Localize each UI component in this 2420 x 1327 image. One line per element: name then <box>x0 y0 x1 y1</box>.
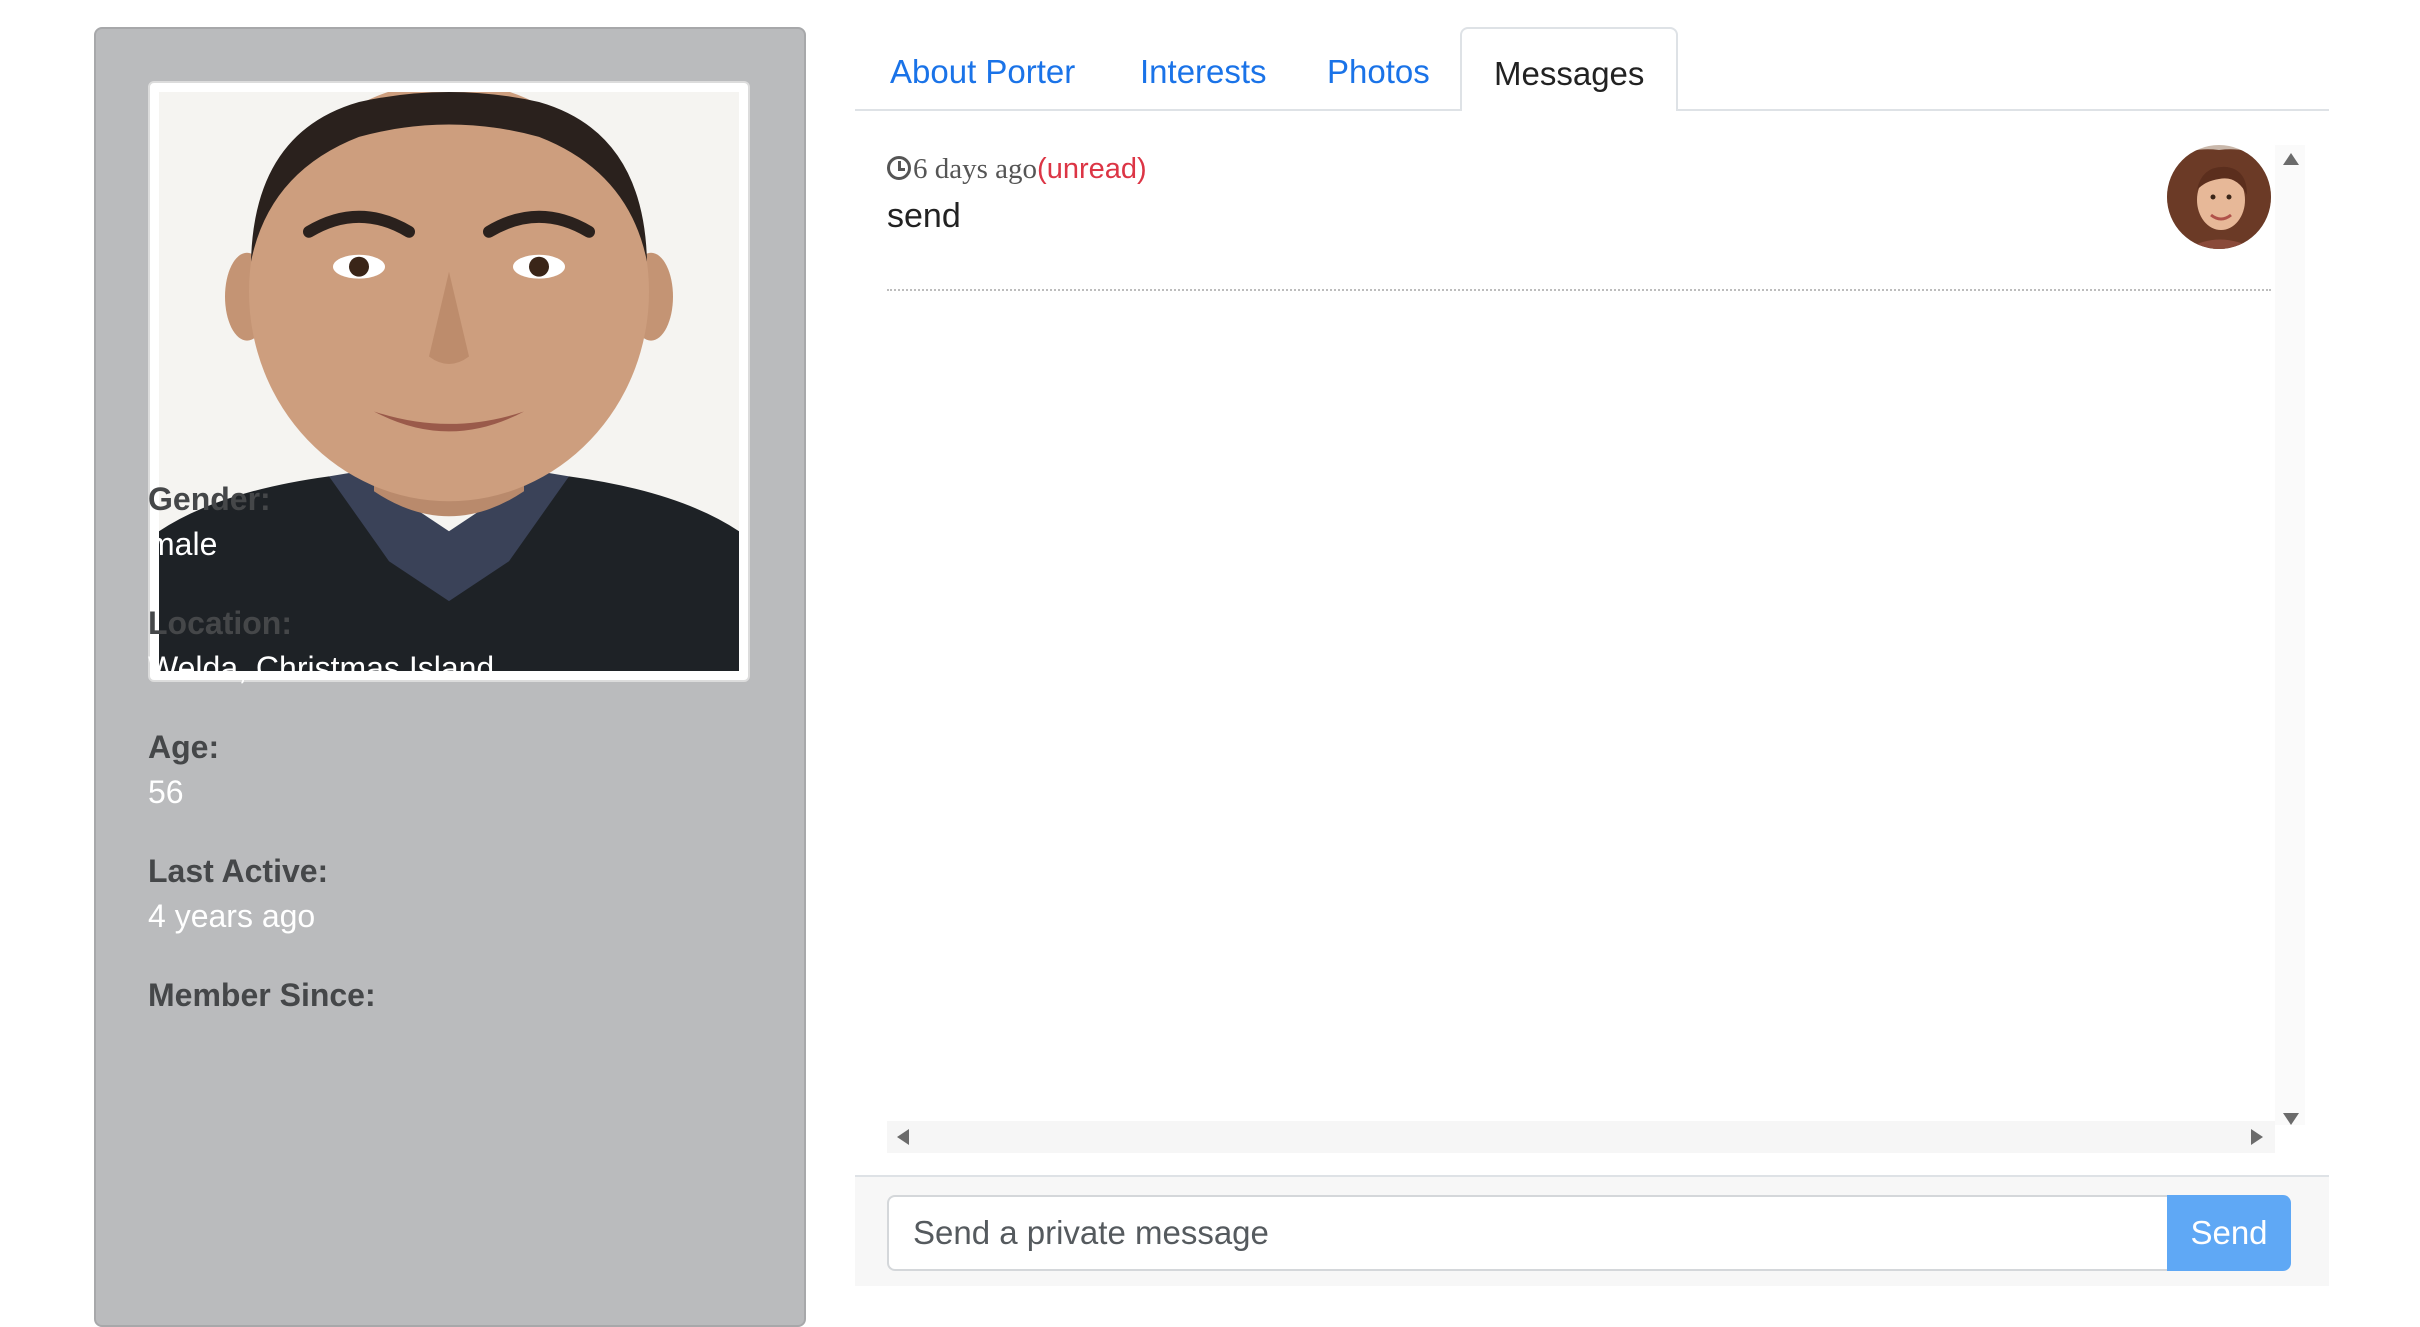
profile-tabs: About Porter Interests Photos Messages <box>855 27 2329 113</box>
message-body: send <box>887 197 961 235</box>
profile-photo <box>159 92 739 671</box>
message-divider <box>887 289 2271 291</box>
arrow-right-icon[interactable] <box>2251 1129 2263 1145</box>
age-value: 56 <box>148 774 184 810</box>
tab-interests[interactable]: Interests <box>1140 27 1267 111</box>
profile-card: Gender: male Location: Welda, Christmas … <box>94 27 806 1327</box>
last-active-value: 4 years ago <box>148 898 316 934</box>
message-time: 6 days ago <box>913 153 1038 185</box>
profile-photo-frame <box>148 81 750 682</box>
last-active-label: Last Active: <box>148 853 329 889</box>
message-unread-status: (unread) <box>1037 153 1147 185</box>
age-label: Age: <box>148 729 220 765</box>
sender-avatar[interactable] <box>2167 145 2271 249</box>
tab-messages[interactable]: Messages <box>1460 27 1679 113</box>
arrow-left-icon[interactable] <box>897 1129 909 1145</box>
tab-photos[interactable]: Photos <box>1327 27 1430 111</box>
arrow-down-icon[interactable] <box>2283 1113 2299 1125</box>
private-message-input[interactable] <box>887 1195 2167 1271</box>
tab-about[interactable]: About Porter <box>890 27 1075 111</box>
gender-value: male <box>148 526 218 562</box>
send-button[interactable]: Send <box>2167 1195 2291 1271</box>
horizontal-scrollbar[interactable] <box>887 1121 2275 1153</box>
messages-panel: 6 days ago(unread) send <box>855 111 2329 1175</box>
vertical-scrollbar[interactable] <box>2275 145 2305 1125</box>
message-composer: Send <box>855 1175 2329 1286</box>
message-meta: 6 days ago(unread) <box>887 153 1147 186</box>
gender-label: Gender: <box>148 481 271 517</box>
location-label: Location: <box>148 605 292 641</box>
member-since-label: Member Since: <box>148 977 376 1013</box>
arrow-up-icon[interactable] <box>2283 153 2299 165</box>
clock-icon <box>887 156 911 180</box>
location-value: Welda, Christmas Island <box>148 650 495 686</box>
avatar-icon <box>2167 145 2271 249</box>
